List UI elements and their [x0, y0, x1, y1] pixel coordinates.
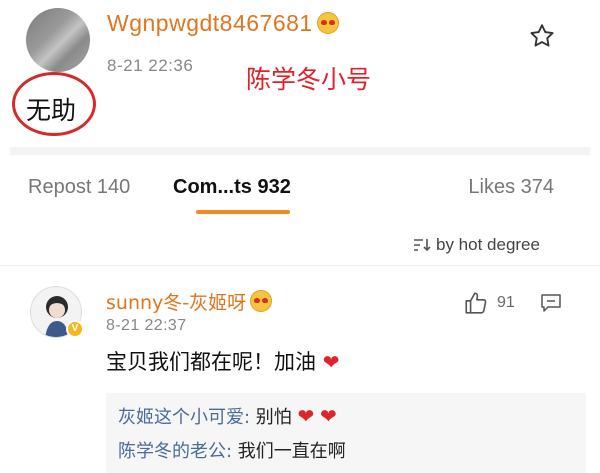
reply-item[interactable]: 陈学冬的老公: 我们一直在啊: [118, 437, 346, 463]
comment-item: V sunny冬-灰姬呀 8-21 22:37 91 宝贝我们都在呢！加油 ❤ …: [0, 280, 600, 473]
comment-text: 宝贝我们都在呢！加油 ❤: [106, 346, 339, 376]
section-divider: [10, 147, 590, 155]
thumbs-up-icon[interactable]: [463, 290, 489, 316]
member-emoji-badge-icon: [316, 12, 339, 34]
post-header: Wgnpwgdt8467681 8-21 22:36 陈学冬小号 无助: [0, 0, 600, 145]
verified-badge-icon: V: [66, 320, 84, 338]
comment-reply-icon[interactable]: [540, 293, 562, 313]
post-text: 无助: [26, 96, 77, 125]
avatar[interactable]: [26, 8, 90, 72]
heart-icon: ❤: [322, 350, 340, 374]
reply-author[interactable]: 陈学冬的老公:: [118, 441, 232, 462]
heart-icon: ❤: [320, 404, 337, 428]
tab-likes[interactable]: Likes 374: [468, 176, 554, 199]
heart-icon: ❤: [297, 404, 315, 428]
tab-repost[interactable]: Repost 140: [28, 176, 130, 199]
active-tab-indicator: [196, 210, 290, 214]
annotation-label: 陈学冬小号: [246, 65, 372, 94]
commenter-username[interactable]: sunny冬-灰姬呀: [106, 288, 273, 315]
reply-author[interactable]: 灰姬这个小可爱:: [118, 407, 250, 428]
sort-row: by hot degree: [0, 226, 600, 266]
sort-icon[interactable]: [413, 237, 431, 253]
post-username-text[interactable]: Wgnpwgdt8467681: [107, 10, 313, 36]
tab-bar: Repost 140 Com...ts 932 Likes 374: [0, 168, 600, 218]
star-icon[interactable]: [528, 22, 556, 50]
member-emoji-badge-icon: [250, 290, 273, 312]
tab-comments[interactable]: Com...ts 932: [173, 176, 291, 199]
sort-label[interactable]: by hot degree: [436, 235, 540, 255]
reply-item[interactable]: 灰姬这个小可爱: 别怕 ❤ ❤: [118, 403, 337, 429]
post-username[interactable]: Wgnpwgdt8467681: [107, 10, 339, 37]
circled-text-annotation: 无助: [12, 72, 96, 136]
reply-preview-box[interactable]: 灰姬这个小可爱: 别怕 ❤ ❤ 陈学冬的老公: 我们一直在啊: [106, 393, 586, 473]
like-count: 91: [497, 294, 515, 311]
comment-timestamp: 8-21 22:37: [106, 317, 187, 334]
comment-body: 宝贝我们都在呢！加油: [106, 350, 316, 374]
commenter-username-text[interactable]: sunny冬-灰姬呀: [106, 292, 246, 314]
reply-text: 我们一直在啊: [232, 441, 346, 462]
reply-text: 别怕: [250, 407, 292, 428]
post-timestamp: 8-21 22:36: [107, 56, 194, 75]
